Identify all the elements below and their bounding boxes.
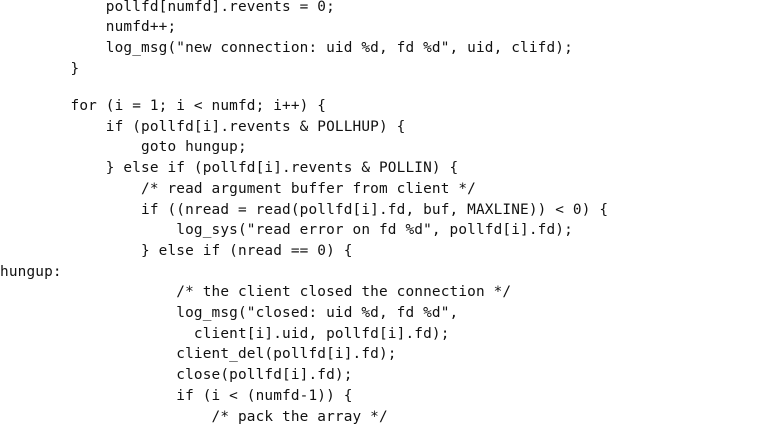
code-line: /* pack the array */ bbox=[0, 408, 388, 425]
code-line: if (i < (numfd-1)) { bbox=[0, 387, 353, 404]
code-line: client[i].uid, pollfd[i].fd); bbox=[0, 325, 450, 342]
code-line: if ((nread = read(pollfd[i].fd, buf, MAX… bbox=[0, 201, 609, 218]
code-line: close(pollfd[i].fd); bbox=[0, 367, 353, 384]
code-line: } else if (pollfd[i].revents & POLLIN) { bbox=[0, 160, 459, 177]
code-line: client_del(pollfd[i].fd); bbox=[0, 346, 397, 363]
code-line: log_msg("closed: uid %d, fd %d", bbox=[0, 305, 459, 321]
code-line: goto hungup; bbox=[0, 139, 247, 156]
code-line: } bbox=[0, 60, 80, 77]
code-line: } else if (nread == 0) { bbox=[0, 242, 353, 259]
code-page: pollfd[numfd].revents = 0; numfd++; log_… bbox=[0, 0, 760, 432]
code-line: log_msg("new connection: uid %d, fd %d",… bbox=[0, 40, 573, 56]
code-line: /* read argument buffer from client */ bbox=[0, 180, 476, 197]
code-line: log_sys("read error on fd %d", pollfd[i]… bbox=[0, 222, 573, 239]
code-line: numfd++; bbox=[0, 19, 177, 36]
code-line: if (pollfd[i].revents & POLLHUP) { bbox=[0, 118, 406, 135]
code-block: pollfd[numfd].revents = 0; numfd++; log_… bbox=[0, 0, 760, 432]
code-line: /* the client closed the connection */ bbox=[0, 284, 512, 301]
code-line: hungup: bbox=[0, 263, 62, 280]
code-line: for (i = 1; i < numfd; i++) { bbox=[0, 98, 327, 114]
code-line: pollfd[numfd].revents = 0; bbox=[0, 0, 335, 15]
